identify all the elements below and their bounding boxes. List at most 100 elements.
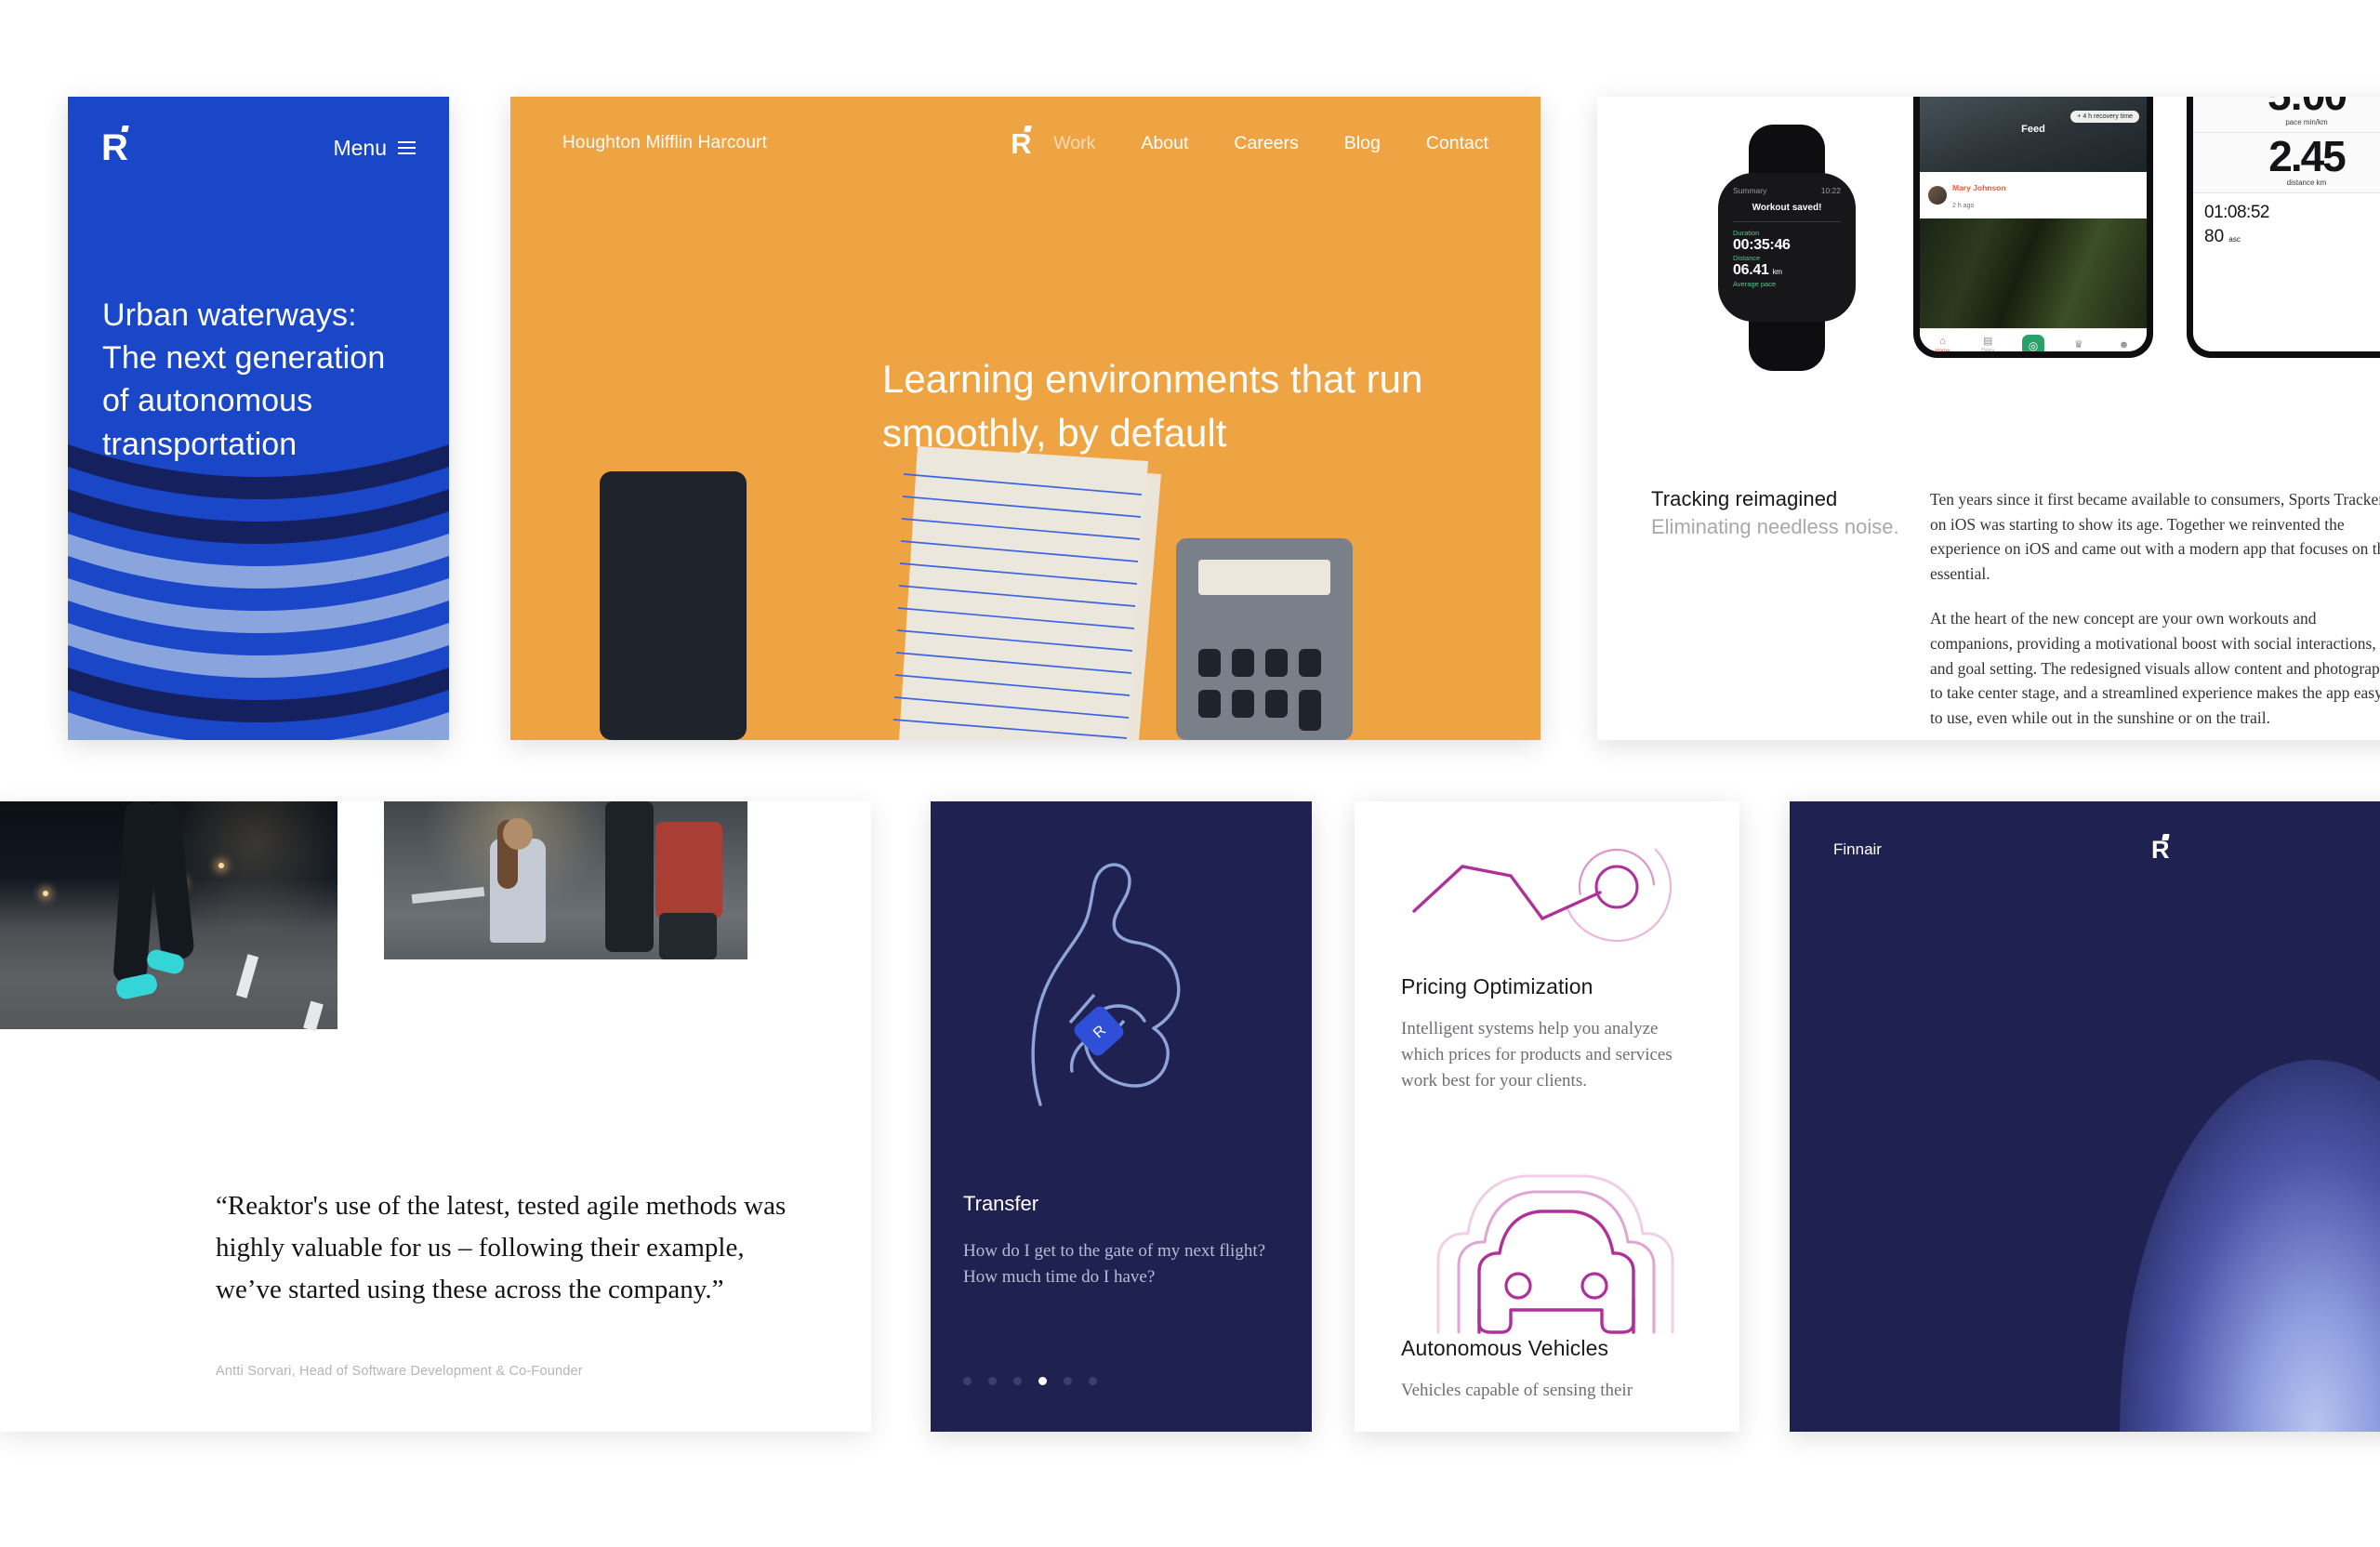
transfer-title: Transfer xyxy=(963,1192,1039,1215)
diary-icon: ▤ xyxy=(1982,336,1993,347)
case-card-urban-waterways[interactable]: R Menu Urban waterways: The next generat… xyxy=(68,97,449,740)
transfer-body: How do I get to the gate of my next flig… xyxy=(963,1241,1266,1287)
nav-link-work[interactable]: Work xyxy=(1053,133,1095,154)
smartwatch-mockup: Summary 10:22 Workout saved! Duration 00… xyxy=(1718,125,1856,371)
reaktor-logo-icon[interactable]: R xyxy=(101,129,128,166)
service-body-pricing: Intelligent systems help you analyze whi… xyxy=(1401,1019,1673,1091)
car-front-icon xyxy=(1401,1150,1693,1336)
feed-post-author: Mary Johnson 2 h ago xyxy=(1920,172,2147,218)
watch-distance-value: 06.41 xyxy=(1733,262,1769,279)
stats-footer: 01:08:52 80 asc xyxy=(2193,193,2380,351)
case-card-finnair[interactable]: Finnair R A passenger Peace of Mind xyxy=(1790,801,2380,1432)
carousel-pagination[interactable] xyxy=(963,1377,1097,1385)
phone-mockup-stats: 5:00 pace min/km 2.45 distance km 01:08:… xyxy=(2187,97,2380,358)
dot-6[interactable] xyxy=(1089,1377,1097,1385)
service-title-pricing: Pricing Optimization xyxy=(1401,974,1593,998)
line-chart-target-icon xyxy=(1401,818,1693,974)
tracker-article: Tracking reimagined Eliminating needless… xyxy=(1597,487,2380,740)
feed-author-name: Mary Johnson xyxy=(1952,183,2006,192)
tracker-subheading: Eliminating needless noise. xyxy=(1651,515,1899,538)
pace-stat: 5:00 pace min/km xyxy=(2193,97,2380,133)
profile-icon: ☻ xyxy=(2118,339,2130,350)
watch-time: 10:22 xyxy=(1820,186,1841,195)
client-name: Finnair xyxy=(1833,840,1882,858)
reaktor-logo-icon[interactable]: R xyxy=(1011,129,1031,158)
case-card-transfer[interactable]: R Transfer How do I get to the gate of m… xyxy=(931,801,1312,1432)
phone-mockup-feed: + 4 h recovery time Feed Mary Johnson 2 … xyxy=(1913,97,2153,358)
blue-card-topbar: R Menu xyxy=(68,97,449,199)
recovery-time-tag: + 4 h recovery time xyxy=(2070,111,2139,123)
photo-night-runner xyxy=(0,800,337,1032)
watch-distance-label: Distance xyxy=(1733,254,1761,263)
ascent-unit: asc xyxy=(2228,235,2241,245)
tab-record[interactable]: ◎ xyxy=(2011,329,2056,351)
reaktor-logo-icon[interactable]: R xyxy=(2151,837,2169,863)
tab-diary-label: Diary xyxy=(1981,349,1995,351)
tab-profile[interactable]: ☻ xyxy=(2101,329,2147,351)
bottom-tab-bar[interactable]: ⌂ Home ▤ Diary ◎ ♛ ☻ xyxy=(1920,328,2147,351)
nav-link-careers[interactable]: Careers xyxy=(1234,133,1298,154)
gradient-arch-graphic xyxy=(2120,1060,2380,1432)
dot-4-active[interactable] xyxy=(1038,1377,1047,1385)
tab-diary[interactable]: ▤ Diary xyxy=(1965,329,2011,352)
tracker-paragraph-2: At the heart of the new concept are your… xyxy=(1930,609,2380,727)
desk-objects-illustration xyxy=(600,446,1353,740)
distance-value: 2.45 xyxy=(2268,131,2347,180)
tracker-article-body: Ten years since it first became availabl… xyxy=(1930,487,2380,740)
hamburger-icon[interactable] xyxy=(398,141,416,154)
nav-link-contact[interactable]: Contact xyxy=(1426,133,1488,154)
case-card-sports-tracker[interactable]: Summary 10:22 Workout saved! Duration 00… xyxy=(1597,97,2380,740)
screenshot-stage: R Menu Urban waterways: The next generat… xyxy=(0,0,2380,1547)
tab-home-label: Home xyxy=(1935,349,1950,351)
watch-screen: Summary 10:22 Workout saved! Duration 00… xyxy=(1718,173,1856,322)
home-icon: ⌂ xyxy=(1939,336,1946,347)
case-card-services[interactable]: Pricing Optimization Intelligent systems… xyxy=(1355,801,1739,1432)
reaktor-logo-slot: R xyxy=(1011,129,1031,158)
tab-leaderboard[interactable]: ♛ xyxy=(2056,329,2101,351)
watch-summary-label: Summary xyxy=(1733,186,1767,195)
client-name: Houghton Mifflin Harcourt xyxy=(562,133,768,152)
wave-graphic xyxy=(68,444,449,740)
pace-label: pace min/km xyxy=(2285,117,2328,126)
watch-duration-value: 00:35:46 xyxy=(1733,237,1791,253)
service-block-vehicles: Autonomous Vehicles Vehicles capable of … xyxy=(1355,1094,1739,1404)
testimonial-attribution: Antti Sorvari, Head of Software Developm… xyxy=(216,1364,583,1379)
dot-3[interactable] xyxy=(1013,1377,1022,1385)
nav-link-blog[interactable]: Blog xyxy=(1344,133,1381,154)
service-title-vehicles: Autonomous Vehicles xyxy=(1401,1336,1609,1361)
tracker-article-heading-col: Tracking reimagined Eliminating needless… xyxy=(1651,487,1930,740)
watch-duration-label: Duration xyxy=(1733,229,1760,237)
menu-label: Menu xyxy=(333,135,387,160)
record-icon: ◎ xyxy=(2021,334,2044,351)
dot-5[interactable] xyxy=(1064,1377,1072,1385)
elapsed-time: 01:08:52 xyxy=(2204,203,2269,223)
finnair-card-topbar: Finnair R xyxy=(1790,801,2380,898)
feed-title: Feed xyxy=(2021,124,2045,135)
watch-saved-message: Workout saved! xyxy=(1752,203,1822,213)
feed-post-time: 2 h ago xyxy=(1952,203,1975,209)
case-card-houghton-mifflin[interactable]: Houghton Mifflin Harcourt R Work About C… xyxy=(510,97,1540,740)
nav-link-about[interactable]: About xyxy=(1141,133,1188,154)
menu-button[interactable]: Menu xyxy=(333,136,416,161)
service-body-vehicles: Vehicles capable of sensing their xyxy=(1401,1381,1633,1401)
distance-label: distance km xyxy=(2286,178,2327,188)
tracker-paragraph-1: Ten years since it first became availabl… xyxy=(1930,490,2380,583)
distance-stat: 2.45 distance km xyxy=(2193,133,2380,194)
watch-distance-unit: km xyxy=(1772,268,1782,277)
reaktor-logo-slot: R xyxy=(2151,837,2169,863)
pace-value: 5:00 xyxy=(2193,97,2380,116)
photo-runners-group xyxy=(384,801,747,959)
wrist-watch-illustration: R xyxy=(1031,863,1181,1106)
feed-hero-image: + 4 h recovery time Feed xyxy=(1920,97,2147,172)
leaderboard-icon: ♛ xyxy=(2073,339,2083,350)
tracker-heading: Tracking reimagined xyxy=(1651,487,1838,510)
device-mockups: Summary 10:22 Workout saved! Duration 00… xyxy=(1597,97,2380,441)
dot-1[interactable] xyxy=(963,1377,972,1385)
orange-card-topbar: Houghton Mifflin Harcourt R Work About C… xyxy=(510,97,1540,190)
watch-pace-label: Average pace xyxy=(1733,279,1777,288)
feed-post-photo xyxy=(1920,218,2147,328)
testimonial-quote: “Reaktor's use of the latest, tested agi… xyxy=(216,1191,787,1304)
main-nav[interactable]: Work About Careers Blog Contact xyxy=(1053,133,1488,154)
dot-2[interactable] xyxy=(988,1377,997,1385)
tab-home[interactable]: ⌂ Home xyxy=(1920,329,1965,352)
